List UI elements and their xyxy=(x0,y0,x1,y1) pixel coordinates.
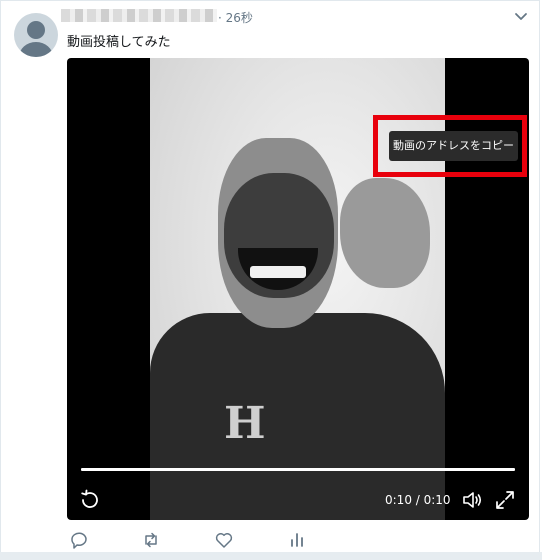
heart-icon[interactable] xyxy=(214,530,234,550)
replay-icon[interactable] xyxy=(78,488,102,512)
avatar-body xyxy=(19,42,53,57)
tweet-actions xyxy=(67,527,367,553)
tweet-text: 動画投稿してみた xyxy=(67,35,171,50)
chevron-down-icon[interactable] xyxy=(514,10,528,24)
fullscreen-icon[interactable] xyxy=(493,488,517,512)
video-time: 0:10 / 0:10 xyxy=(385,493,451,507)
shirt-logo: H xyxy=(224,398,266,449)
avatar[interactable] xyxy=(14,13,58,57)
highlight-box xyxy=(373,115,527,177)
card-divider xyxy=(0,552,542,560)
blurred-username[interactable] xyxy=(61,9,217,22)
volume-icon[interactable] xyxy=(460,488,484,512)
analytics-icon[interactable] xyxy=(287,530,307,550)
retweet-icon[interactable] xyxy=(141,530,161,550)
progress-bar[interactable] xyxy=(81,468,515,471)
reply-icon[interactable] xyxy=(69,530,89,550)
horse-teeth xyxy=(250,266,306,278)
peace-sign-hand xyxy=(340,178,430,288)
video-player[interactable]: H 動画のアドレスをコピー 0:10 / 0:10 xyxy=(67,58,529,520)
progress-fill xyxy=(81,468,515,471)
avatar-head xyxy=(27,21,45,39)
video-controls: 0:10 / 0:10 xyxy=(67,482,529,520)
tweet-timestamp[interactable]: · 26秒 xyxy=(218,9,253,26)
